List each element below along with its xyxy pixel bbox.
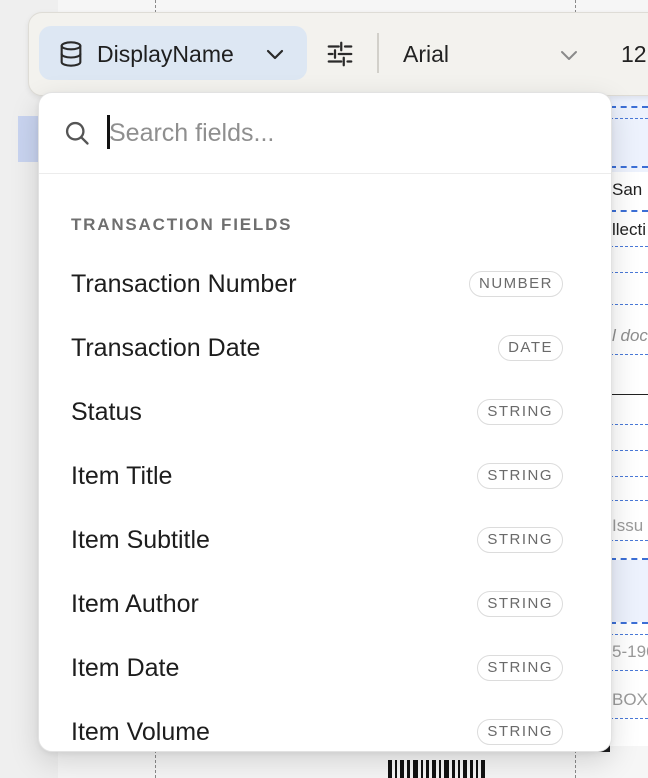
field-type-badge: STRING xyxy=(477,463,563,489)
toolbar-divider xyxy=(377,33,379,73)
search-input[interactable] xyxy=(105,113,589,153)
field-guide xyxy=(610,540,648,541)
field-item[interactable]: Status STRING xyxy=(39,381,611,445)
field-guide xyxy=(610,106,648,108)
field-guide xyxy=(610,500,648,501)
field-picker-dropdown: TRANSACTION FIELDS Transaction Number NU… xyxy=(38,92,612,752)
chevron-down-icon xyxy=(266,49,284,60)
field-selector-label: DisplayName xyxy=(97,41,234,67)
field-list: Transaction Number NUMBER Transaction Da… xyxy=(39,253,611,751)
field-item[interactable]: Item Author STRING xyxy=(39,573,611,637)
field-type-badge: STRING xyxy=(477,591,563,617)
field-guide xyxy=(610,304,648,305)
field-name: Item Author xyxy=(71,590,199,618)
field-guide xyxy=(610,272,648,273)
field-name: Item Subtitle xyxy=(71,526,210,554)
field-name: Item Date xyxy=(71,654,180,682)
field-type-badge: STRING xyxy=(477,399,563,425)
field-guide xyxy=(610,210,648,212)
barcode-graphic xyxy=(388,760,498,778)
field-item[interactable]: Item Subtitle STRING xyxy=(39,509,611,573)
doc-text-fragment: San xyxy=(612,180,643,199)
field-guide xyxy=(610,118,648,119)
field-name: Item Volume xyxy=(71,718,210,746)
document-page[interactable]: San llecti l doc Issu 5-196 BOX xyxy=(610,96,648,746)
text-field-toolbar: DisplayName Arial 12 xyxy=(28,12,648,96)
field-guide xyxy=(610,424,648,425)
doc-text-fragment: llecti xyxy=(612,220,647,239)
section-header: TRANSACTION FIELDS xyxy=(71,215,293,234)
field-type-badge: STRING xyxy=(477,527,563,553)
field-item[interactable]: Transaction Date DATE xyxy=(39,317,611,381)
field-guide xyxy=(610,718,648,719)
field-guide xyxy=(610,622,648,624)
field-type-badge: DATE xyxy=(498,335,563,361)
field-name: Transaction Number xyxy=(71,270,297,298)
font-family-value: Arial xyxy=(403,41,450,67)
app-stage: San llecti l doc Issu 5-196 BOX xyxy=(0,0,648,778)
chevron-down-icon xyxy=(561,51,577,60)
field-guide xyxy=(610,670,648,671)
field-guide xyxy=(610,634,648,635)
field-search-bar xyxy=(39,93,611,174)
field-item[interactable]: Transaction Number NUMBER xyxy=(39,253,611,317)
field-name: Transaction Date xyxy=(71,334,261,362)
doc-rule xyxy=(610,394,648,395)
sliders-icon[interactable] xyxy=(325,39,355,69)
field-guide xyxy=(610,476,648,477)
database-icon xyxy=(60,41,82,67)
doc-text-fragment: BOX xyxy=(612,690,648,709)
field-selector-button[interactable]: DisplayName xyxy=(39,26,307,80)
field-region xyxy=(610,560,648,622)
font-size-value[interactable]: 12 xyxy=(621,39,647,69)
text-caret xyxy=(107,115,110,149)
field-type-badge: STRING xyxy=(477,719,563,745)
doc-text-fragment: 5-196 xyxy=(612,642,648,661)
field-item[interactable]: Item Date STRING xyxy=(39,637,611,701)
field-item[interactable]: Item Title STRING xyxy=(39,445,611,509)
field-type-badge: NUMBER xyxy=(468,271,563,297)
field-type-badge: STRING xyxy=(477,655,563,681)
field-guide xyxy=(610,166,648,168)
doc-text-fragment: l doc xyxy=(612,326,648,345)
search-icon xyxy=(65,121,89,145)
field-guide xyxy=(610,354,648,355)
font-family-select[interactable]: Arial xyxy=(403,39,593,69)
doc-text-fragment: Issu xyxy=(612,516,644,535)
field-name: Item Title xyxy=(71,462,173,490)
field-name: Status xyxy=(71,398,142,426)
field-item[interactable]: Item Volume STRING xyxy=(39,701,611,751)
field-guide xyxy=(610,450,648,451)
field-guide xyxy=(610,246,648,247)
